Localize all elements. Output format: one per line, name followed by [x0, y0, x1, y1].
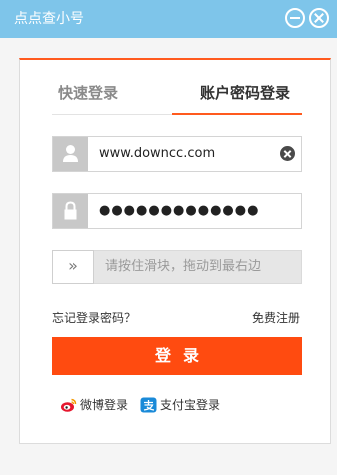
alipay-login[interactable]: 支付宝登录	[140, 396, 220, 414]
username-value[interactable]: www.downcc.com	[99, 137, 215, 171]
active-tab-indicator	[172, 113, 302, 115]
alipay-icon	[140, 397, 157, 413]
slider-hint: 请按住滑块，拖动到最右边	[105, 259, 262, 274]
alipay-login-label: 支付宝登录	[160, 398, 221, 412]
weibo-icon	[60, 397, 77, 413]
user-icon	[53, 137, 88, 171]
password-value[interactable]: ●●●●●●●●●●●●●	[99, 194, 259, 228]
window-title: 点点查小号	[14, 11, 84, 27]
password-field[interactable]: ●●●●●●●●●●●●●	[52, 193, 302, 229]
close-icon[interactable]	[309, 8, 329, 28]
double-chevron-right-icon: »	[68, 256, 78, 275]
slider-handle[interactable]: »	[52, 250, 94, 284]
tab-account-login[interactable]: 账户密码登录	[190, 82, 300, 104]
weibo-login[interactable]: 微博登录	[60, 396, 128, 414]
weibo-login-label: 微博登录	[80, 398, 129, 412]
clear-input-icon[interactable]	[280, 146, 295, 161]
login-button[interactable]: 登录	[52, 337, 302, 375]
title-bar: 点点查小号	[0, 0, 337, 38]
minimize-icon[interactable]	[285, 8, 305, 28]
username-field[interactable]: www.downcc.com	[52, 136, 302, 172]
tab-quick-login[interactable]: 快速登录	[58, 82, 168, 104]
forgot-password-link[interactable]: 忘记登录密码？	[52, 309, 136, 326]
login-panel: 快速登录 账户密码登录 www.downcc.com ●●●●●●●●●●●●●…	[19, 58, 331, 444]
register-link[interactable]: 免费注册	[252, 309, 300, 326]
lock-icon	[53, 194, 88, 228]
slide-verification[interactable]: » 请按住滑块，拖动到最右边	[52, 250, 302, 284]
